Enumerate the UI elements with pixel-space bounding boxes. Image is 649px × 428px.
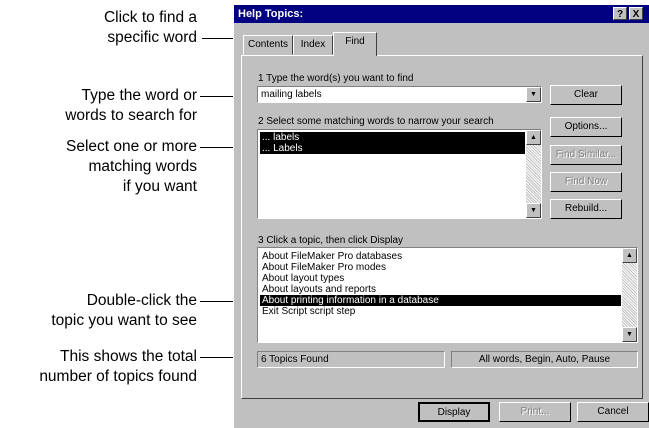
list-item[interactable]: ... Labels bbox=[260, 143, 525, 154]
find-panel bbox=[241, 55, 643, 399]
callout-type-word: Type the word or words to search for bbox=[65, 86, 197, 126]
list-item-selected[interactable]: About printing information in a database bbox=[260, 295, 621, 306]
scroll-down-button[interactable]: ▼ bbox=[526, 203, 541, 218]
clear-button[interactable]: Clear bbox=[550, 85, 622, 105]
list-item[interactable]: About layouts and reports bbox=[260, 284, 621, 295]
search-input[interactable]: mailing labels ▼ bbox=[257, 86, 542, 103]
chevron-up-icon: ▲ bbox=[626, 252, 633, 259]
search-value: mailing labels bbox=[261, 89, 322, 100]
display-button[interactable]: Display bbox=[418, 402, 490, 422]
find-similar-button[interactable]: Find Similar... bbox=[550, 145, 622, 165]
close-button[interactable]: X bbox=[629, 7, 643, 20]
list-item[interactable]: About layout types bbox=[260, 273, 621, 284]
callout-line: Type the word or bbox=[81, 87, 197, 104]
scrollbar[interactable]: ▲ ▼ bbox=[526, 130, 541, 218]
step2-label: 2 Select some matching words to narrow y… bbox=[258, 116, 494, 127]
scroll-up-button[interactable]: ▲ bbox=[526, 130, 541, 145]
dialog-title: Help Topics: bbox=[238, 8, 304, 20]
scroll-up-button[interactable]: ▲ bbox=[622, 248, 637, 263]
scroll-down-button[interactable]: ▼ bbox=[622, 327, 637, 342]
chevron-down-icon: ▼ bbox=[530, 207, 537, 214]
tab-contents[interactable]: Contents bbox=[243, 35, 293, 55]
callout-line: if you want bbox=[122, 178, 197, 195]
step3-label: 3 Click a topic, then click Display bbox=[258, 235, 404, 246]
callout-line: Click to find a bbox=[103, 9, 197, 26]
tab-find[interactable]: Find bbox=[333, 32, 377, 56]
callout-find-tab: Click to find a specific word bbox=[104, 8, 197, 48]
callout-line: specific word bbox=[107, 29, 197, 46]
help-button[interactable]: ? bbox=[613, 7, 627, 20]
topics-list[interactable]: About FileMaker Pro databases About File… bbox=[257, 247, 638, 343]
callout-line: Select one or more bbox=[66, 138, 197, 155]
help-topics-dialog: Help Topics: ? X Contents Index Find 1 T… bbox=[233, 4, 649, 428]
find-now-button[interactable]: Find Now bbox=[550, 172, 622, 192]
search-options-status: All words, Begin, Auto, Pause bbox=[451, 351, 638, 368]
step1-label: 1 Type the word(s) you want to find bbox=[258, 73, 414, 84]
matching-words-list[interactable]: ... labels ... Labels ▲ ▼ bbox=[257, 129, 542, 219]
chevron-down-icon: ▼ bbox=[530, 91, 537, 98]
callout-select-words: Select one or more matching words if you… bbox=[66, 137, 197, 197]
list-item[interactable]: About FileMaker Pro databases bbox=[260, 251, 621, 262]
rebuild-button[interactable]: Rebuild... bbox=[550, 199, 622, 219]
callout-line: This shows the total bbox=[60, 348, 197, 365]
callout-line: number of topics found bbox=[39, 368, 197, 385]
scrollbar[interactable]: ▲ ▼ bbox=[622, 248, 637, 342]
callout-line: matching words bbox=[88, 158, 197, 175]
callout-line: words to search for bbox=[65, 107, 197, 124]
print-button[interactable]: Print... bbox=[499, 402, 571, 422]
list-item[interactable]: Exit Script script step bbox=[260, 306, 621, 317]
dropdown-button[interactable]: ▼ bbox=[526, 87, 541, 102]
callout-total-topics: This shows the total number of topics fo… bbox=[39, 347, 197, 387]
chevron-down-icon: ▼ bbox=[626, 331, 633, 338]
title-bar: Help Topics: ? X bbox=[234, 5, 649, 23]
callout-double-click: Double-click the topic you want to see bbox=[51, 291, 197, 331]
options-button[interactable]: Options... bbox=[550, 117, 622, 137]
list-item[interactable]: About FileMaker Pro modes bbox=[260, 262, 621, 273]
topics-found-status: 6 Topics Found bbox=[257, 351, 445, 368]
cancel-button[interactable]: Cancel bbox=[577, 402, 649, 422]
tab-index[interactable]: Index bbox=[293, 35, 333, 55]
callout-line: topic you want to see bbox=[51, 312, 197, 329]
list-item[interactable]: ... labels bbox=[260, 132, 525, 143]
chevron-up-icon: ▲ bbox=[530, 134, 537, 141]
callout-line: Double-click the bbox=[86, 292, 197, 309]
